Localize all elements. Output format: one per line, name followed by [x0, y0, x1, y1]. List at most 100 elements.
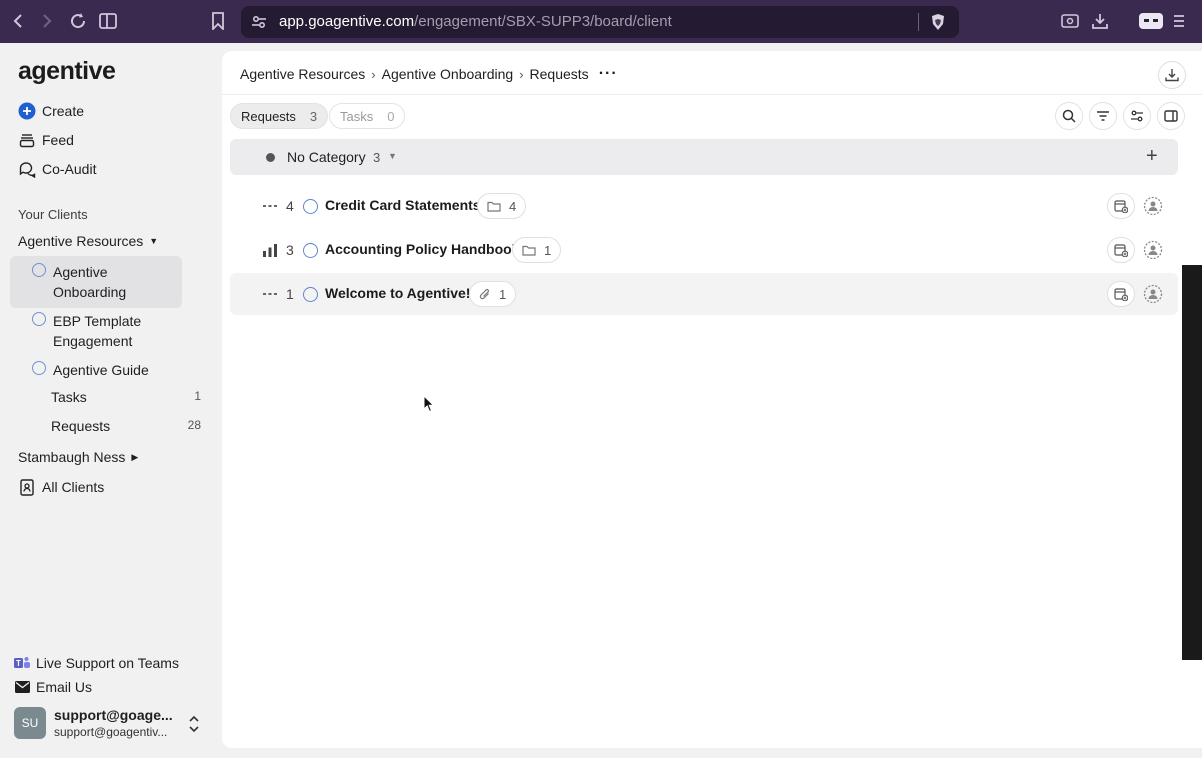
assignee-icon[interactable]: [1143, 240, 1163, 260]
live-support-link[interactable]: T Live Support on Teams: [14, 655, 179, 671]
more-options-icon[interactable]: ···: [599, 65, 618, 83]
attachments-chip[interactable]: 1: [512, 237, 562, 263]
engagement-agentive-onboarding[interactable]: Agentive Onboarding: [10, 256, 182, 308]
sidebar-sub-tasks[interactable]: Tasks 1: [51, 389, 201, 405]
display-settings-button[interactable]: [1123, 102, 1151, 130]
client-group-label: Stambaugh Ness: [18, 449, 126, 465]
side-panel-button[interactable]: [1157, 102, 1185, 130]
bookmark-icon[interactable]: [208, 11, 228, 31]
sliders-icon: [1131, 110, 1143, 122]
engagement-ebp-template[interactable]: EBP Template Engagement: [10, 305, 182, 357]
menu-icon[interactable]: [1172, 11, 1186, 31]
table-row[interactable]: 3 Accounting Policy Handbook 1: [230, 229, 1178, 271]
sidebar-toggle-icon[interactable]: [98, 11, 118, 31]
user-name: support@goage...: [54, 707, 173, 723]
priority-medium-icon[interactable]: [262, 243, 278, 257]
chip-count: 1: [544, 242, 552, 258]
calendar-add-icon: [1114, 244, 1128, 257]
client-group-label: Agentive Resources: [18, 233, 144, 249]
filter-button[interactable]: [1089, 102, 1117, 130]
main-panel: Agentive Resources › Agentive Onboarding…: [222, 51, 1202, 748]
breadcrumb: Agentive Resources › Agentive Onboarding…: [240, 65, 618, 83]
contacts-icon: [18, 478, 36, 496]
row-title[interactable]: Welcome to Agentive!: [325, 285, 470, 301]
category-label: No Category: [287, 149, 366, 165]
extension-icon[interactable]: [1136, 11, 1166, 31]
tab-requests[interactable]: Requests 3: [230, 103, 329, 129]
sidebar-item-all-clients[interactable]: All Clients: [18, 475, 104, 499]
folder-icon: [487, 201, 501, 212]
tab-count: 3: [309, 108, 318, 124]
folder-icon: [522, 245, 536, 256]
svg-text:T: T: [16, 659, 21, 668]
browser-toolbar: app.goagentive.com/engagement/SBX-SUPP3/…: [0, 0, 1202, 43]
due-date-button[interactable]: [1107, 237, 1135, 263]
row-title[interactable]: Accounting Policy Handbook: [325, 241, 519, 257]
attachments-chip[interactable]: 4: [477, 193, 527, 219]
email-us-link[interactable]: Email Us: [14, 679, 92, 695]
caret-down-icon[interactable]: ▼: [388, 151, 397, 161]
category-header[interactable]: No Category 3 ▼ +: [230, 139, 1178, 175]
status-ring-icon: [32, 312, 46, 326]
app-logo[interactable]: agentive: [18, 57, 116, 86]
sidebar-item-label: Create: [42, 103, 85, 119]
download-icon[interactable]: [1090, 11, 1110, 31]
sub-item-label: Requests: [51, 418, 111, 434]
breadcrumb-engagement[interactable]: Agentive Onboarding: [382, 66, 514, 82]
breadcrumb-current[interactable]: Requests: [530, 66, 589, 82]
priority-none-icon[interactable]: [262, 287, 278, 301]
sidebar-item-label: Feed: [42, 132, 74, 148]
url-host: app.goagentive.com: [279, 13, 415, 30]
assignee-icon[interactable]: [1143, 284, 1163, 304]
tab-label: Requests: [241, 108, 296, 124]
envelope-icon: [14, 679, 30, 695]
url-path: /engagement/SBX-SUPP3/board/client: [414, 13, 672, 30]
forward-icon[interactable]: [37, 11, 57, 31]
user-menu[interactable]: SU support@goage... support@goagentiv...: [14, 707, 214, 741]
window-edge-strip: [1182, 265, 1202, 660]
panel-right-icon: [1164, 110, 1178, 122]
status-ring-icon[interactable]: [303, 287, 318, 302]
chip-count: 4: [509, 198, 517, 214]
breadcrumb-client[interactable]: Agentive Resources: [240, 66, 365, 82]
back-icon[interactable]: [8, 11, 28, 31]
table-row[interactable]: 1 Welcome to Agentive! 1: [230, 273, 1178, 315]
url-text: app.goagentive.com/engagement/SBX-SUPP3/…: [279, 13, 672, 30]
section-label-clients: Your Clients: [18, 207, 88, 222]
brave-shield-icon[interactable]: [929, 13, 947, 31]
download-button[interactable]: [1158, 61, 1186, 89]
teams-icon: T: [14, 655, 30, 671]
mouse-cursor-icon: [423, 394, 435, 413]
table-row[interactable]: 4 Credit Card Statements 4: [230, 185, 1178, 227]
engagement-agentive-guide[interactable]: Agentive Guide: [10, 354, 182, 386]
reload-icon[interactable]: [68, 11, 88, 31]
category-dot-icon: [266, 153, 275, 162]
site-settings-icon[interactable]: [251, 14, 267, 30]
status-ring-icon[interactable]: [303, 243, 318, 258]
sidebar-item-co-audit[interactable]: Co-Audit: [18, 157, 96, 181]
sidebar-item-feed[interactable]: Feed: [18, 128, 74, 152]
client-group-stambaugh-ness[interactable]: Stambaugh Ness ▶: [18, 449, 138, 465]
chevron-updown-icon[interactable]: [188, 715, 200, 733]
header-divider: [222, 94, 1202, 95]
plus-circle-icon: [18, 102, 36, 120]
screenshot-icon[interactable]: [1060, 11, 1080, 31]
engagement-label: Agentive Guide: [53, 362, 149, 378]
filter-icon: [1097, 111, 1109, 121]
status-ring-icon[interactable]: [303, 199, 318, 214]
due-date-button[interactable]: [1107, 281, 1135, 307]
calendar-add-icon: [1114, 288, 1128, 301]
address-bar[interactable]: app.goagentive.com/engagement/SBX-SUPP3/…: [241, 6, 959, 38]
sidebar-sub-requests[interactable]: Requests 28: [51, 418, 201, 434]
add-request-icon[interactable]: +: [1146, 145, 1158, 168]
attachments-chip[interactable]: 1: [469, 281, 517, 307]
tab-tasks[interactable]: Tasks 0: [329, 103, 406, 129]
sidebar-item-create[interactable]: Create: [18, 99, 84, 123]
due-date-button[interactable]: [1107, 193, 1135, 219]
client-group-agentive-resources[interactable]: Agentive Resources ▼: [18, 233, 158, 249]
priority-none-icon[interactable]: [262, 199, 278, 213]
user-email: support@goagentiv...: [54, 725, 168, 739]
assignee-icon[interactable]: [1143, 196, 1163, 216]
search-button[interactable]: [1055, 102, 1083, 130]
row-title[interactable]: Credit Card Statements: [325, 197, 481, 213]
